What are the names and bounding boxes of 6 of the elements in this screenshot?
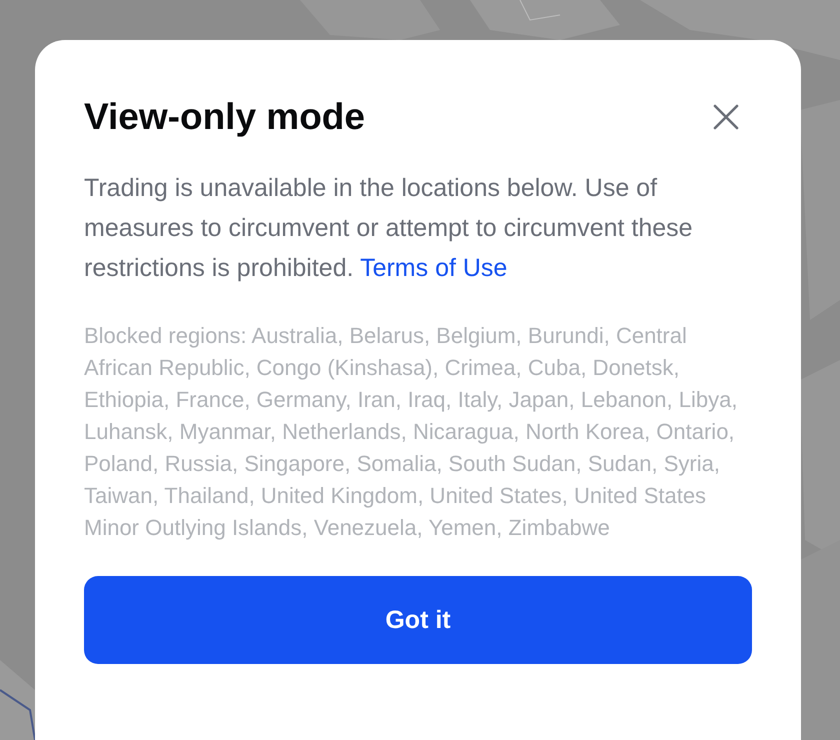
dialog-title: View-only mode — [84, 95, 365, 139]
dialog-message: Trading is unavailable in the locations below. Use of measures to circumvent or attempt to circumvent these restrictions is prohibited. Terms of Use — [84, 173, 694, 284]
blocked-regions-text: Blocked regions: Australia, Belarus, Belgium, Burundi, Central African Republic, Congo (Kinshasa), Crimea, Cuba, Donetsk, Ethiopia, France, Germany, Iran, Iraq, Italy, Japan, Lebanon, Libya, Luhansk, Myanmar, Netherlands, Nicaragua, North Korea, Ontario, Poland, Russia, Singapore, Somalia, South Sudan, Sudan, Syria, Taiwan, Thailand, United Kingdom, United States, United States Minor Outlying Islands, Venezuela, Yemen, Zimbabwe — [84, 322, 738, 542]
got-it-button[interactable]: Got it — [84, 576, 752, 664]
terms-link[interactable]: Terms of Use — [360, 254, 508, 282]
close-icon[interactable] — [713, 104, 739, 130]
